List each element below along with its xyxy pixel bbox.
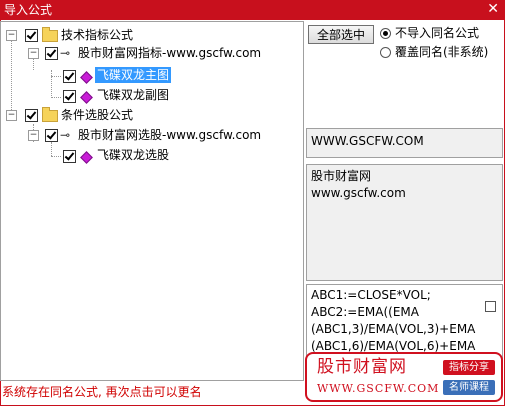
tree-collapse-icon[interactable]: − — [28, 130, 39, 141]
tree-collapse-icon[interactable]: − — [28, 48, 39, 59]
website-text: WWW.GSCFW.COM — [311, 134, 424, 148]
checkbox-checked-icon[interactable] — [45, 129, 58, 142]
radio-overwrite-label[interactable]: 覆盖同名(非系统) — [395, 44, 488, 60]
tree-node-screening-source[interactable]: − ⊸ 股市财富网选股-www.gscfw.com — [1, 126, 301, 144]
watermark-tag-course: 名师课程 — [443, 380, 495, 395]
checkbox-checked-icon[interactable] — [63, 150, 76, 163]
code-line: ABC1:=CLOSE*VOL; — [311, 288, 431, 302]
formula-diamond-icon — [80, 151, 93, 164]
checkbox-checked-icon[interactable] — [25, 109, 38, 122]
watermark-url: WWW.GSCFW.COM — [317, 382, 440, 395]
close-icon[interactable]: ✕ — [487, 1, 499, 17]
code-option-checkbox[interactable] — [485, 301, 496, 312]
tree-node-label: 飞碟双龙副图 — [97, 88, 170, 102]
tree-collapse-icon[interactable]: − — [6, 30, 17, 41]
checkbox-checked-icon[interactable] — [63, 90, 76, 103]
formula-tree[interactable]: − 技术指标公式 − ⊸ 股市财富网指标-www.gscfw.com 飞碟双龙主… — [0, 21, 304, 381]
folder-icon — [42, 27, 58, 42]
tree-node-label: 股市财富网选股-www.gscfw.com — [78, 128, 262, 142]
tree-node-indicator-source[interactable]: − ⊸ 股市财富网指标-www.gscfw.com — [1, 44, 301, 62]
tree-node-formula-screen[interactable]: 飞碟双龙选股 — [1, 146, 301, 164]
code-line: (ABC1,3)/EMA(VOL,3)+EMA — [311, 322, 476, 336]
description-box: 股市财富网 www.gscfw.com — [306, 164, 503, 281]
key-icon: ⊸ — [60, 46, 71, 60]
key-icon: ⊸ — [60, 128, 71, 142]
select-all-button[interactable]: 全部选中 — [308, 25, 374, 44]
tree-node-label: 技术指标公式 — [61, 28, 134, 42]
description-line: 股市财富网 — [311, 169, 372, 183]
code-line: ABC2:=EMA((EMA — [311, 305, 419, 319]
tree-node-label: 飞碟双龙选股 — [97, 148, 170, 162]
tree-node-label-selected: 飞碟双龙主图 — [95, 67, 172, 83]
watermark-logo: 股市财富网 WWW.GSCFW.COM 指标分享 名师课程 — [305, 352, 503, 402]
tree-node-formula-main[interactable]: 飞碟双龙主图 — [1, 66, 301, 84]
radio-skip-duplicate-label[interactable]: 不导入同名公式 — [395, 25, 479, 41]
checkbox-checked-icon[interactable] — [45, 47, 58, 60]
formula-diamond-icon — [80, 91, 93, 104]
watermark-tag-share: 指标分享 — [443, 360, 495, 375]
formula-diamond-icon — [80, 71, 93, 84]
title-bar: 导入公式 ✕ — [0, 0, 505, 20]
tree-node-label: 股市财富网指标-www.gscfw.com — [78, 46, 262, 60]
tree-node-label: 条件选股公式 — [61, 108, 134, 122]
tree-node-screening-group[interactable]: − 条件选股公式 — [1, 106, 301, 124]
folder-icon — [42, 107, 58, 122]
tree-collapse-icon[interactable]: − — [6, 110, 17, 121]
watermark-name: 股市财富网 — [317, 357, 407, 377]
checkbox-checked-icon[interactable] — [25, 29, 38, 42]
status-message: 系统存在同名公式, 再次点击可以更名 — [2, 385, 202, 399]
website-box: WWW.GSCFW.COM — [306, 128, 503, 158]
window-title: 导入公式 — [4, 3, 53, 17]
tree-node-formula-sub[interactable]: 飞碟双龙副图 — [1, 86, 301, 104]
tree-node-indicator-group[interactable]: − 技术指标公式 — [1, 26, 301, 44]
checkbox-checked-icon[interactable] — [63, 70, 76, 83]
description-line: www.gscfw.com — [311, 186, 406, 200]
radio-overwrite[interactable] — [380, 47, 391, 58]
radio-skip-duplicate[interactable] — [380, 28, 391, 39]
